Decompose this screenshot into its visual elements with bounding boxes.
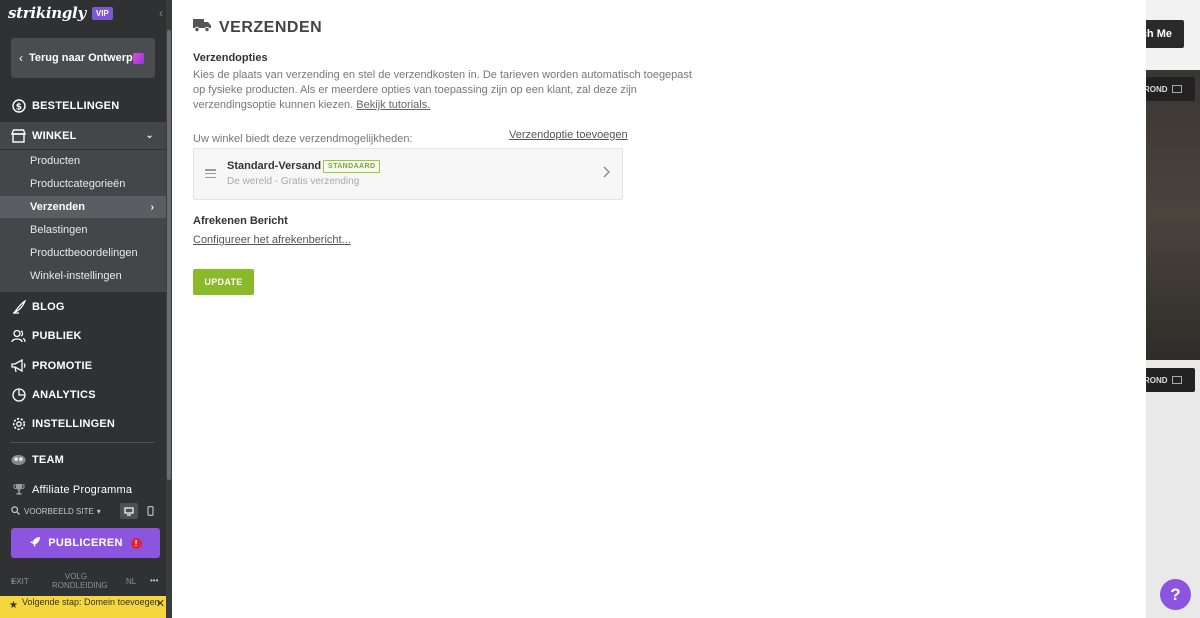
sidebar-scrollbar[interactable] [167, 30, 171, 480]
svg-text:$: $ [15, 102, 21, 112]
back-to-design-label: Terug naar Ontwerp [29, 52, 133, 64]
gauge-icon [11, 387, 26, 402]
shipping-option-detail: De wereld - Gratis verzending [227, 176, 360, 187]
quill-icon [11, 299, 26, 314]
site-preview-image-section [1146, 70, 1200, 360]
shipping-description: Kies de plaats van verzending en stel de… [193, 68, 693, 113]
nav-team-label: TEAM [32, 453, 64, 466]
megaphone-icon [11, 358, 26, 373]
drag-handle-icon[interactable] [205, 169, 216, 178]
truck-icon [193, 18, 211, 37]
caret-down-icon: ▾ [96, 506, 101, 516]
collapse-sidebar-icon[interactable]: ‹ [159, 6, 163, 20]
shipping-options-heading: Verzendopties [193, 52, 268, 64]
shipping-option-card[interactable]: Standard-Versand STANDAARD De wereld - G… [193, 148, 623, 200]
shipping-option-name: Standard-Versand [227, 160, 322, 172]
team-icon [11, 452, 26, 467]
nav-analytics-label: ANALYTICS [32, 388, 96, 401]
vip-badge: VIP [91, 6, 113, 20]
shipping-description-text: Kies de plaats van verzending en stel de… [193, 69, 692, 111]
shipping-panel: VERZENDEN Verzendopties Kies de plaats v… [172, 0, 1146, 618]
configure-checkout-message-link[interactable]: Configureer het afrekenbericht... [193, 234, 351, 246]
mobile-view-button[interactable] [141, 503, 159, 519]
nav-settings[interactable]: INSTELLINGEN [0, 410, 166, 437]
nav-settings-label: INSTELLINGEN [32, 417, 116, 430]
desktop-view-button[interactable] [120, 503, 138, 519]
add-shipping-option-link[interactable]: Verzendoptie toevoegen [509, 129, 628, 141]
nav-analytics[interactable]: ANALYTICS [0, 381, 166, 408]
next-step-banner[interactable]: ★ Volgende stap: Domein toevoegen ✕ [0, 596, 172, 618]
users-icon [11, 328, 26, 343]
background-tag-2-label: ROND [1144, 375, 1168, 385]
next-step-text: Volgende stap: Domein toevoegen [22, 597, 160, 607]
logo-row: strikingly VIP [0, 0, 172, 26]
chevron-right-icon: › [150, 201, 154, 213]
nav-team[interactable]: TEAM [0, 446, 166, 473]
star-icon: ★ [9, 600, 18, 611]
sidebar-item-product-categories[interactable]: Productcategorieën [0, 173, 166, 195]
sidebar-item-shipping-label: Verzenden [30, 201, 86, 213]
image-icon [1171, 376, 1182, 384]
checkout-message-heading: Afrekenen Bericht [193, 215, 288, 227]
nav-affiliate[interactable]: Affiliate Programma [0, 476, 166, 503]
rocket-icon [29, 536, 41, 551]
nav-orders[interactable]: $ BESTELLINGEN [0, 92, 166, 119]
language-button[interactable]: NL [126, 577, 136, 586]
gear-icon [11, 416, 26, 431]
sidebar: strikingly VIP ‹ ‹ Terug naar Ontwerp $ … [0, 0, 172, 618]
update-button[interactable]: UPDATE [193, 269, 254, 295]
page-title-text: VERZENDEN [219, 18, 323, 36]
shipping-offer-label: Uw winkel biedt deze verzendmogelijkhede… [193, 133, 413, 145]
image-icon [1171, 85, 1182, 93]
publish-warning-badge: ! [130, 537, 142, 549]
tutorials-link[interactable]: Bekijk tutorials. [356, 99, 430, 111]
nav-audience-label: PUBLIEK [32, 329, 82, 342]
nav-promotion[interactable]: PROMOTIE [0, 352, 166, 379]
help-button[interactable]: ? [1160, 579, 1191, 610]
trophy-icon [11, 482, 26, 497]
nav-audience[interactable]: PUBLIEK [0, 322, 166, 349]
chevron-down-icon: ⌄ [145, 130, 154, 141]
sidebar-footer: ⇠ EXIT VOLG RONDLEIDING NL ••• [0, 572, 172, 592]
nav-promotion-label: PROMOTIE [32, 359, 93, 372]
default-badge: STANDAARD [323, 160, 381, 173]
sidebar-item-shipping[interactable]: Verzenden › [0, 196, 166, 218]
sidebar-item-shop-settings[interactable]: Winkel-instellingen [0, 265, 166, 287]
nav-shop[interactable]: WINKEL ⌄ [0, 122, 166, 149]
sidebar-item-products[interactable]: Producten [0, 150, 166, 172]
background-tag-1-label: ROND [1144, 84, 1168, 94]
exit-label: EXIT [11, 577, 29, 586]
nav-blog-label: BLOG [32, 300, 65, 313]
nav-shop-label: WINKEL [32, 129, 77, 142]
logo[interactable]: strikingly [8, 4, 86, 22]
publish-label: PUBLICEREN [48, 537, 123, 549]
nav-blog[interactable]: BLOG [0, 293, 166, 320]
guided-tour-button[interactable]: VOLG RONDLEIDING [52, 572, 108, 590]
nav-orders-label: BESTELLINGEN [32, 99, 120, 112]
sidebar-item-product-reviews[interactable]: Productbeoordelingen [0, 242, 166, 264]
shop-submenu: Producten Productcategorieën Verzenden ›… [0, 150, 166, 292]
page-title: VERZENDEN [193, 18, 322, 37]
design-icon [133, 53, 144, 64]
publish-button[interactable]: PUBLICEREN ! [11, 528, 160, 558]
preview-site-dropdown[interactable]: VOORBEELD SITE [24, 507, 94, 516]
preview-site-row: VOORBEELD SITE ▾ [11, 503, 161, 519]
nav-affiliate-label: Affiliate Programma [32, 483, 133, 496]
dollar-icon: $ [11, 98, 26, 113]
sidebar-divider [11, 442, 155, 443]
close-icon[interactable]: ✕ [156, 599, 165, 610]
back-to-design-button[interactable]: ‹ Terug naar Ontwerp [11, 38, 155, 78]
search-icon [11, 505, 20, 517]
sidebar-item-taxes[interactable]: Belastingen [0, 219, 166, 241]
chevron-left-icon: ‹ [19, 51, 23, 65]
more-options-icon[interactable]: ••• [150, 576, 158, 585]
chevron-right-icon [603, 166, 610, 181]
store-icon [11, 128, 26, 143]
